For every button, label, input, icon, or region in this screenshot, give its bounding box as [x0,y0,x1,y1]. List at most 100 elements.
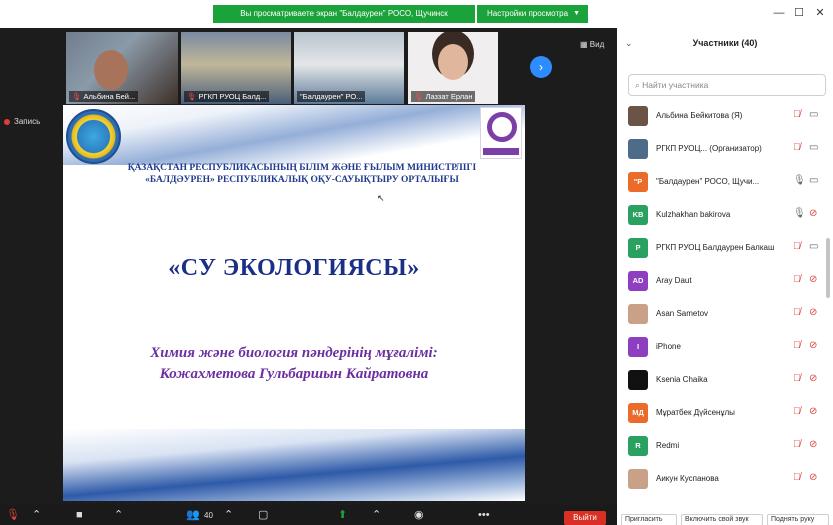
mic-muted-icon[interactable]: 🎙̸ [793,142,801,154]
video-tile[interactable]: "Балдаурен" РО... [294,32,404,104]
mic-muted-icon[interactable]: 🎙̸ [793,241,801,253]
camera-off-icon[interactable]: ⊘ [809,208,817,220]
ministry-heading: ҚАЗАҚСТАН РЕСПУБЛИКАСЫНЫҢ БІЛІМ ЖӘНЕ ҒЫЛ… [111,162,493,186]
participant-row[interactable]: Asan Sametov 🎙̸ ⊘ [625,302,825,326]
participant-row[interactable]: Ksenia Chaika 🎙̸ ⊘ [625,368,825,392]
slide-title: «СУ ЭКОЛОГИЯСЫ» [168,255,420,281]
invite-button[interactable]: Пригласить [621,514,677,525]
participant-row[interactable]: РГКП РУОЦ... (Организатор) 🎙̸ ▭ [625,137,825,161]
view-button[interactable]: ▦ Вид [580,40,604,49]
camera-off-icon[interactable]: ⊘ [809,406,817,418]
mic-icon[interactable]: 🎙 [793,208,806,220]
participant-row[interactable]: AD Aray Daut 🎙̸ ⊘ [625,269,825,293]
chevron-up-icon[interactable]: ⌃ [372,509,381,521]
avatar [628,469,648,489]
avatar: R [628,436,648,456]
participant-row[interactable]: IiPhone 🎙̸ ⊘ [625,335,825,359]
mic-muted-icon[interactable]: 🎙̸ [793,307,801,319]
mic-muted-icon[interactable]: 🎙̸ [793,274,801,286]
participant-row[interactable]: МД Мұратбек Дүйсенұлы 🎙̸ ⊘ [625,401,825,425]
avatar: I [628,337,648,357]
mic-muted-icon[interactable]: 🎙̸ [793,406,801,418]
scrollbar[interactable] [826,238,830,298]
video-name-label: 🎙 Альбина Бей... [69,91,139,102]
video-name-label: 🎙 РГКП РУОЦ Балд... [184,91,270,102]
meeting-toolbar: 🎙 ⌃ ■ ⌃ 👥 40 ⌃ ▢ ⬆ ⌃ ◉ ••• [0,505,617,525]
recording-indicator[interactable]: Запись [4,117,40,126]
camera-off-icon[interactable]: ⊘ [809,472,817,484]
record-icon[interactable]: ◉ [414,509,424,521]
mouse-cursor-icon: ↖ [377,193,385,203]
mic-muted-icon[interactable]: 🎙̸ [793,472,801,484]
participant-row[interactable]: Альбина Бейкитова (Я) 🎙̸ ▭ [625,104,825,128]
mic-muted-icon: 🎙 [72,92,82,101]
camera-off-icon[interactable]: ⊘ [809,439,817,451]
ministry-line-1: ҚАЗАҚСТАН РЕСПУБЛИКАСЫНЫҢ БІЛІМ ЖӘНЕ ҒЫЛ… [127,163,477,173]
view-options-button[interactable]: Настройки просмотра ▼ [477,5,588,23]
mic-muted-icon[interactable]: 🎙̸ [793,373,801,385]
camera-off-icon[interactable]: ⊘ [809,274,817,286]
participant-search-input[interactable]: ⌕ Найти участника [628,74,826,96]
grid-icon: ▦ [580,40,588,49]
participant-row[interactable]: "Р "Балдаурен" РОСО, Щучи... 🎙 ▭ [625,170,825,194]
participant-name: Redmi [656,441,680,450]
avatar: МД [628,403,648,423]
chevron-up-icon[interactable]: ⌃ [32,509,41,521]
video-name-text: "Балдаурен" РО... [300,92,363,101]
mic-muted-icon[interactable]: 🎙̸ [793,109,801,121]
panel-title: Участники (40) [692,38,758,48]
avatar [628,106,648,126]
participant-name: Kulzhakhan bakirova [656,210,731,219]
chevron-up-icon[interactable]: ⌃ [114,509,123,521]
maximize-icon[interactable]: ☐ [792,6,806,20]
screen-share-banner: Вы просматриваете экран "Балдаурен" РОСО… [213,5,475,23]
participant-name: iPhone [656,342,681,351]
camera-icon[interactable]: ▭ [809,241,818,253]
camera-off-icon[interactable]: ⊘ [809,373,817,385]
participant-name: РГКП РУОЦ Балдаурен Балкаш [656,243,774,252]
video-camera-icon[interactable]: ■ [76,509,83,521]
unmute-me-button[interactable]: Включить свой звук [681,514,763,525]
participant-row[interactable]: R Redmi 🎙̸ ⊘ [625,434,825,458]
minimize-icon[interactable]: — [772,6,786,20]
more-icon[interactable]: ••• [478,509,490,521]
next-page-arrow-icon[interactable]: › [530,56,552,78]
avatar: KB [628,205,648,225]
view-label: Вид [589,40,605,49]
video-tile[interactable]: 🎙 Альбина Бей... [66,32,178,104]
camera-icon[interactable]: ▭ [809,142,818,154]
participant-video [438,44,468,80]
leave-button[interactable]: Выйти [564,511,606,525]
center-logo [480,107,522,159]
chat-icon[interactable]: ▢ [258,509,268,521]
participant-row[interactable]: Р РГКП РУОЦ Балдаурен Балкаш 🎙̸ ▭ [625,236,825,260]
participant-name: Мұратбек Дүйсенұлы [656,408,735,417]
recording-label: Запись [14,117,41,126]
participant-row[interactable]: KB Kulzhakhan bakirova 🎙 ⊘ [625,203,825,227]
mic-muted-icon[interactable]: 🎙̸ [793,439,801,451]
mic-muted-icon[interactable]: 🎙 [6,509,20,521]
participant-row[interactable]: Аикун Куспанова 🎙̸ ⊘ [625,467,825,491]
slide-subtitle: Химия және биология пәндерінің мұғалімі:… [63,343,525,385]
record-icon [4,118,10,125]
video-tile[interactable]: 🎙 Лаззат Ерлан [408,32,498,104]
video-name-text: Альбина Бей... [83,92,136,101]
participants-icon[interactable]: 👥 [186,509,200,521]
camera-off-icon[interactable]: ⊘ [809,307,817,319]
raise-hand-button[interactable]: Поднять руку [767,514,829,525]
mic-muted-icon[interactable]: 🎙̸ [793,340,801,352]
share-screen-icon[interactable]: ⬆ [338,509,347,521]
view-options-label: Настройки просмотра [487,9,569,18]
avatar [628,139,648,159]
close-icon[interactable]: ✕ [813,6,827,20]
mic-muted-icon: 🎙 [414,92,424,101]
avatar: "Р [628,172,648,192]
chevron-up-icon[interactable]: ⌃ [224,509,233,521]
mic-icon[interactable]: 🎙 [793,175,806,187]
video-tile[interactable]: 🎙 РГКП РУОЦ Балд... [181,32,291,104]
slide-wave-bottom [63,429,525,501]
zoom-window: Вы просматриваете экран "Балдаурен" РОСО… [0,0,833,525]
camera-off-icon[interactable]: ⊘ [809,340,817,352]
camera-icon[interactable]: ▭ [809,175,818,187]
camera-icon[interactable]: ▭ [809,109,818,121]
